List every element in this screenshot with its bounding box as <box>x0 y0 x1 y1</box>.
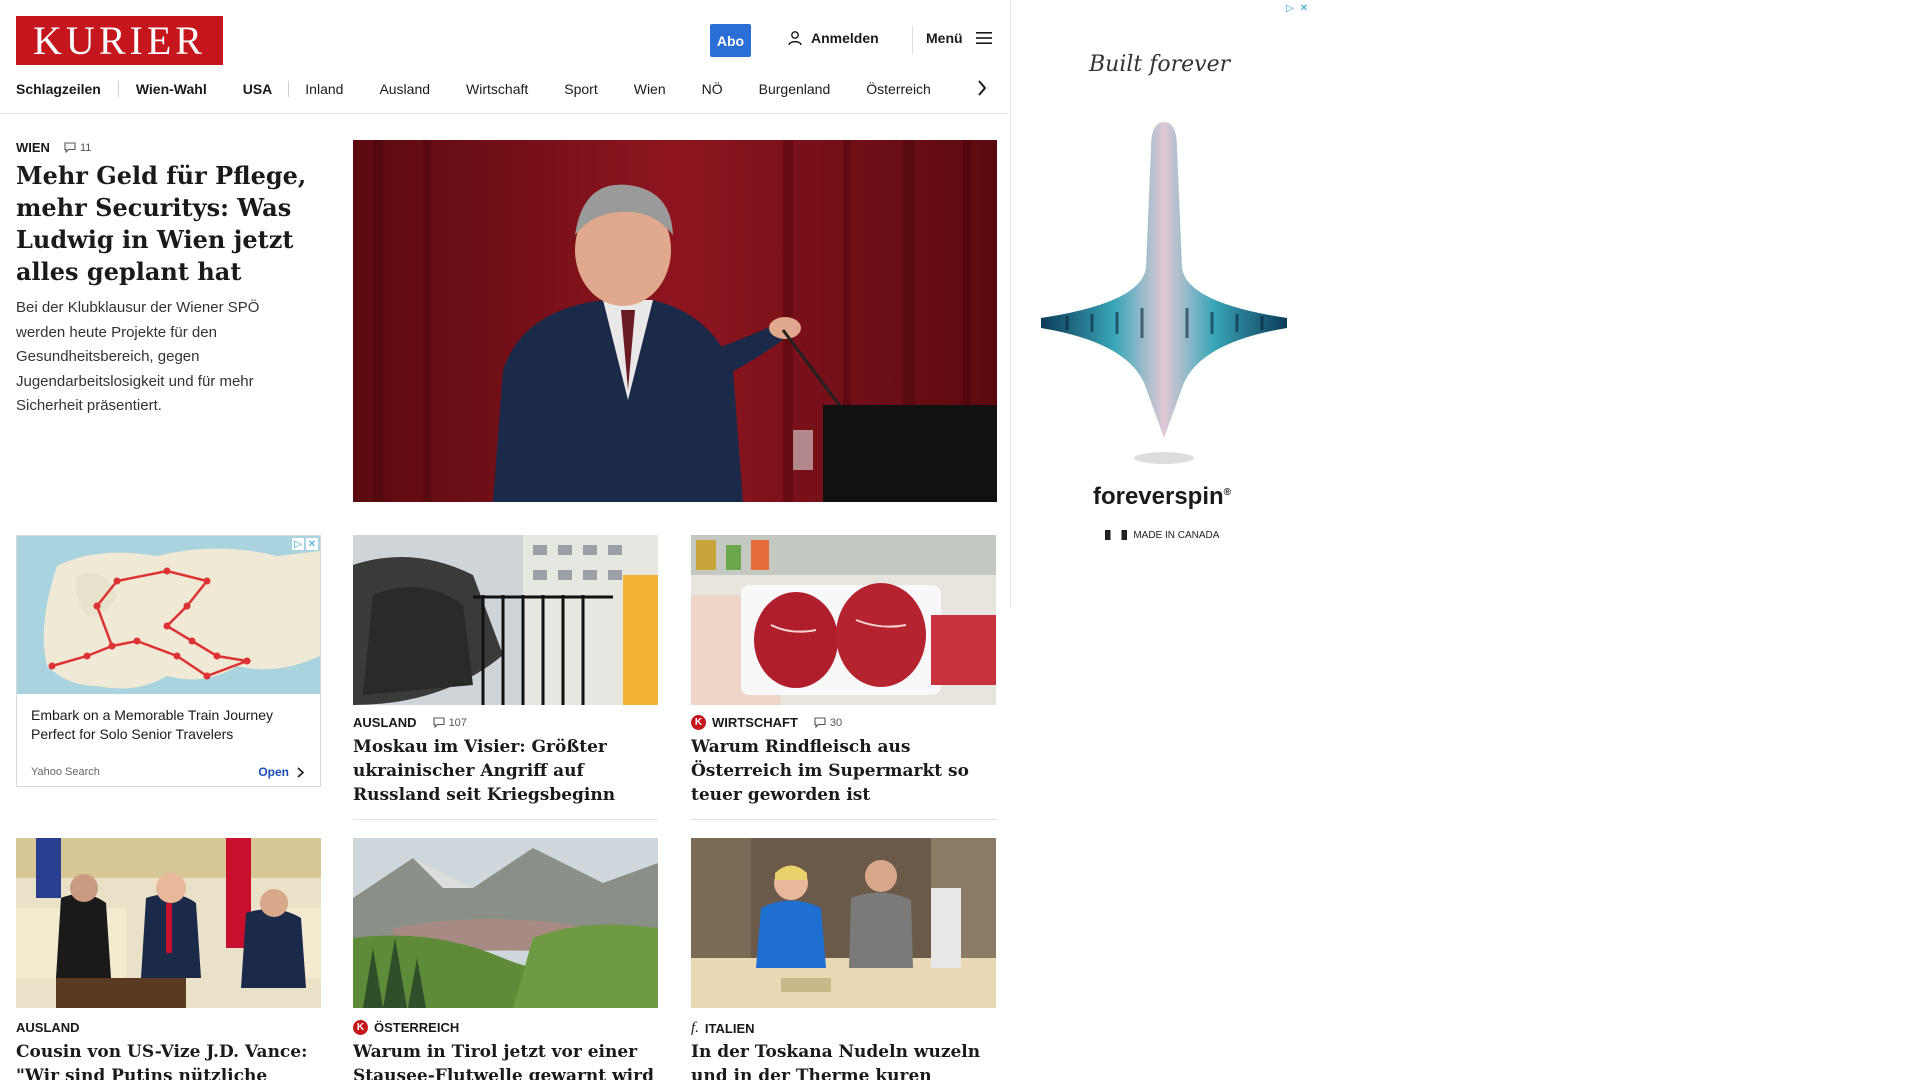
menu-button[interactable]: Menü <box>926 30 993 46</box>
ad-open-button[interactable]: Open <box>258 765 304 779</box>
nav-item-wien-wahl[interactable]: Wien-Wahl <box>136 81 207 97</box>
close-icon[interactable]: ✕ <box>306 538 318 550</box>
adchoices-icon[interactable]: ▷ <box>1284 2 1296 14</box>
ad-title[interactable]: Embark on a Memorable Train Journey Perf… <box>31 706 311 744</box>
user-icon <box>788 31 802 46</box>
comment-icon <box>433 717 445 728</box>
ad-brand-name: foreverspin <box>1092 483 1224 510</box>
card-image-oesterreich-tirol[interactable] <box>353 838 658 1008</box>
europe-map-illustration <box>17 536 320 694</box>
header-divider <box>912 26 913 54</box>
card-section-label[interactable]: ÖSTERREICH <box>374 1020 459 1035</box>
card-image-ausland-vance[interactable] <box>16 838 321 1008</box>
abo-button[interactable]: Abo <box>710 24 751 57</box>
card-kicker: AUSLAND 107 <box>353 715 467 730</box>
kurier-plus-badge-icon: K <box>353 1020 368 1035</box>
login-label: Anmelden <box>811 30 879 46</box>
card-section-label[interactable]: AUSLAND <box>16 1020 80 1035</box>
kurier-plus-badge-icon: K <box>691 715 706 730</box>
nav-item-sport[interactable]: Sport <box>564 81 597 97</box>
card-headline[interactable]: Warum in Tirol jetzt vor einer Stausee-F… <box>353 1040 658 1080</box>
nav-item-wirtschaft[interactable]: Wirtschaft <box>466 81 528 97</box>
nav-item-noe[interactable]: NÖ <box>702 81 723 97</box>
card-photo <box>353 838 658 1008</box>
ad-open-label: Open <box>258 765 289 779</box>
card-headline[interactable]: Warum Rindfleisch aus Österreich im Supe… <box>691 735 996 807</box>
ad-choices[interactable]: ▷ ✕ <box>292 538 318 550</box>
nav-item-burgenland[interactable]: Burgenland <box>759 81 831 97</box>
card-section-label[interactable]: AUSLAND <box>353 715 417 730</box>
nav-item-usa[interactable]: USA <box>243 81 273 97</box>
lead-comment-count[interactable]: 11 <box>64 142 91 154</box>
lead-section-label[interactable]: WIEN <box>16 140 50 155</box>
nav-divider <box>288 81 290 97</box>
ad-choices[interactable]: ▷ ✕ <box>1284 2 1310 14</box>
lead-teaser: Bei der Klubklausur der Wiener SPÖ werde… <box>16 299 260 414</box>
hamburger-icon <box>975 32 992 44</box>
close-icon[interactable]: ✕ <box>1298 2 1310 14</box>
card-section-label[interactable]: ITALIEN <box>705 1021 755 1036</box>
card-photo <box>691 838 996 1008</box>
card-headline[interactable]: In der Toskana Nudeln wuzeln und in der … <box>691 1040 996 1080</box>
ad-made-in: MADE IN CANADA <box>1011 530 1313 541</box>
ad-source: Yahoo Search <box>31 766 100 778</box>
nav-item-oesterreich[interactable]: Österreich <box>866 81 931 97</box>
card-comments-value: 107 <box>448 716 467 729</box>
falstaff-badge-icon: f. <box>691 1020 699 1036</box>
card-kicker: K ÖSTERREICH <box>353 1020 459 1035</box>
card-section-label[interactable]: WIRTSCHAFT <box>712 715 798 730</box>
native-ad-card[interactable]: ▷ ✕ Embark on a Memorable Train Journey … <box>16 535 321 787</box>
lead-image[interactable] <box>353 140 997 502</box>
ad-tagline: Built forever <box>1089 52 1231 77</box>
card-photo <box>691 535 996 705</box>
card-image-ausland-moskau[interactable] <box>353 535 658 705</box>
ad-map-image <box>17 536 320 694</box>
ad-made-in-label: MADE IN CANADA <box>1133 530 1220 541</box>
menu-label: Menü <box>926 30 963 46</box>
lead-headline[interactable]: Mehr Geld für Pflege, mehr Securitys: Wa… <box>16 160 326 288</box>
card-comment-count[interactable]: 107 <box>433 717 467 729</box>
card-comment-count[interactable]: 30 <box>814 717 842 729</box>
nav-item-wien[interactable]: Wien <box>634 81 666 97</box>
logo-text: KURIER <box>33 17 206 63</box>
nav-divider <box>117 81 119 97</box>
spinning-top-illustration <box>1041 122 1287 464</box>
ad-brand: foreverspin® <box>1092 483 1232 510</box>
card-kicker: AUSLAND <box>16 1020 80 1035</box>
chevron-right-icon <box>297 766 304 778</box>
nav-item-inland[interactable]: Inland <box>305 81 343 97</box>
comment-icon <box>64 142 76 153</box>
card-image-italien-toskana[interactable] <box>691 838 996 1008</box>
kurier-logo[interactable]: KURIER <box>16 16 223 65</box>
card-image-wirtschaft-rindfleisch[interactable] <box>691 535 996 705</box>
lead-comments-value: 11 <box>79 141 92 154</box>
nav-item-ausland[interactable]: Ausland <box>379 81 430 97</box>
lead-photo <box>353 140 997 502</box>
card-kicker: K WIRTSCHAFT 30 <box>691 715 842 730</box>
adchoices-icon[interactable]: ▷ <box>292 538 304 550</box>
lead-kicker: WIEN 11 <box>16 140 91 155</box>
comment-icon <box>814 717 826 728</box>
foreverspin-ad[interactable]: ▷ ✕ Built forever foreverspin® MADE IN C… <box>1010 0 1314 608</box>
nav-item-schlagzeilen[interactable]: Schlagzeilen <box>16 81 101 97</box>
section-nav: Schlagzeilen Wien-Wahl USA Inland Auslan… <box>16 80 931 98</box>
card-headline[interactable]: Moskau im Visier: Größter ukrainischer A… <box>353 735 658 807</box>
card-photo <box>353 535 658 705</box>
card-comments-value: 30 <box>829 716 843 729</box>
card-divider <box>353 819 658 820</box>
card-headline[interactable]: Cousin von US-Vize J.D. Vance: "Wir sind… <box>16 1040 321 1080</box>
login-button[interactable]: Anmelden <box>787 30 879 46</box>
card-kicker: f. ITALIEN <box>691 1020 755 1037</box>
site-header: KURIER Abo Anmelden Menü Schlagzeilen Wi… <box>0 0 1008 114</box>
canada-flag-icon <box>1104 530 1127 541</box>
card-photo <box>16 838 321 1008</box>
card-divider <box>691 819 996 820</box>
chevron-right-icon[interactable] <box>976 78 988 98</box>
